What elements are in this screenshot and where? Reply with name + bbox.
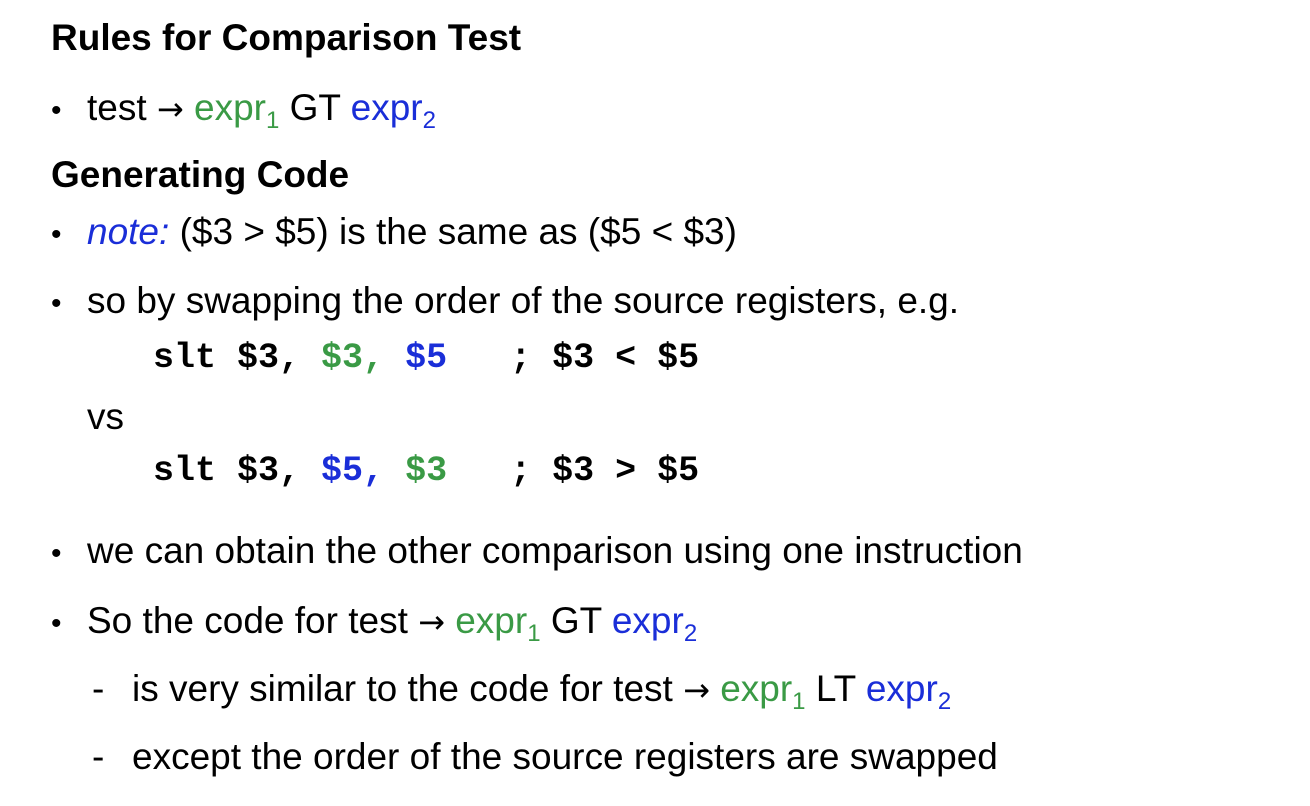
expr1: expr1: [720, 668, 806, 715]
right-arrow-icon: →: [418, 603, 445, 641]
code-instr: slt $3,: [153, 451, 322, 491]
swap-text: so by swapping the order of the source r…: [87, 280, 960, 321]
dash-marker: -: [92, 668, 105, 709]
so-lead: So the code for test: [87, 600, 419, 641]
code-line-1: slt $3, $3, $5 ; $3 < $5: [153, 338, 699, 378]
bullet-icon: •: [51, 287, 62, 320]
bullet-icon: •: [51, 94, 62, 127]
expr2: expr2: [611, 600, 698, 647]
code-comment: ; $3 > $5: [510, 451, 700, 491]
operator: GT: [550, 600, 602, 641]
code-line-2: slt $3, $5, $3 ; $3 > $5: [153, 451, 699, 491]
code-src-a: $3,: [321, 338, 385, 378]
note-bullet: • note: ($3 > $5) is the same as ($5 < $3…: [51, 211, 737, 253]
obtain-text: we can obtain the other comparison using…: [87, 530, 1023, 571]
dash-marker: -: [92, 736, 105, 777]
expr2: expr2: [865, 668, 952, 715]
rule-lead: test: [87, 87, 157, 128]
sub-bullet-except: - except the order of the source register…: [92, 736, 998, 778]
code-src-a: $5,: [321, 451, 385, 491]
code-src-b: $5: [405, 338, 448, 378]
bullet-icon: •: [51, 537, 62, 570]
right-arrow-icon: →: [156, 90, 184, 128]
expr2: expr2: [350, 87, 436, 134]
code-src-b: $3: [405, 451, 448, 491]
operator: GT: [289, 87, 341, 128]
so-bullet: • So the code for test → expr1 GT expr2: [51, 600, 698, 647]
bullet-icon: •: [51, 218, 62, 251]
heading-generating: Generating Code: [51, 154, 350, 195]
expr1: expr1: [194, 87, 280, 134]
expr1: expr1: [455, 600, 541, 647]
similar-lead: is very similar to the code for test: [132, 668, 684, 709]
note-text: ($3 > $5) is the same as ($5 < $3): [179, 211, 737, 252]
code-comment: ; $3 < $5: [510, 338, 700, 378]
rule-bullet: • test → expr1 GT expr2: [51, 87, 436, 134]
obtain-bullet: • we can obtain the other comparison usin…: [51, 530, 1023, 572]
operator: LT: [815, 668, 856, 709]
sub-bullet-similar: - is very similar to the code for test → …: [92, 668, 952, 715]
right-arrow-icon: →: [683, 671, 710, 709]
except-text: except the order of the source registers…: [132, 736, 998, 777]
bullet-icon: •: [51, 607, 62, 640]
heading-rules: Rules for Comparison Test: [51, 17, 522, 58]
vs-text: vs: [87, 396, 124, 437]
note-label: note:: [87, 211, 170, 252]
swap-bullet: • so by swapping the order of the source …: [51, 280, 959, 322]
code-instr: slt $3,: [153, 338, 322, 378]
